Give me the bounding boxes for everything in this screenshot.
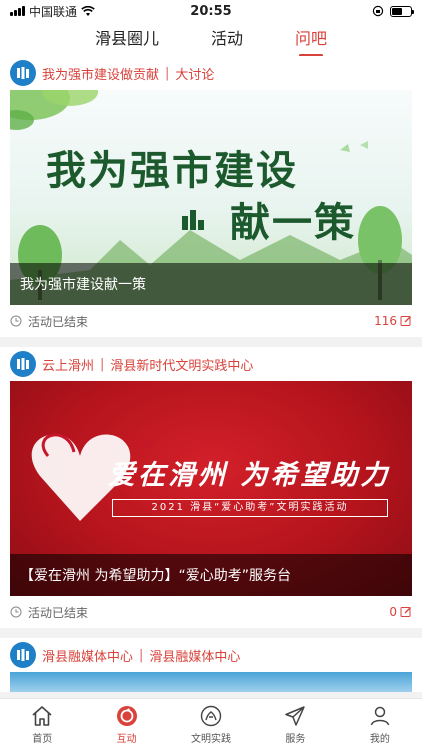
comment-count[interactable]: 116	[374, 314, 412, 328]
nav-label: 服务	[285, 734, 306, 745]
activity-card[interactable]: 云上滑州 | 滑县新时代文明实践中心 加油 爱在滑州 为希望助力 2021 滑县…	[0, 347, 422, 628]
interact-icon	[116, 706, 137, 726]
card-source[interactable]: 云上滑州	[42, 355, 94, 374]
banner-title-line1: 我为强市建设	[46, 147, 298, 194]
orientation-lock-icon	[372, 5, 384, 17]
banner-small-text: 加油	[130, 435, 155, 449]
card-subtitle: 大讨论	[175, 67, 215, 83]
user-icon	[370, 706, 390, 726]
banner-caption: 【爱在滑州 为希望助力】“爱心助考”服务台	[10, 554, 412, 596]
card-source[interactable]: 我为强市建设做贡献	[42, 64, 159, 83]
nav-civilization[interactable]: 文明实践	[169, 699, 253, 750]
comment-count[interactable]: 0	[389, 605, 412, 619]
nav-service[interactable]: 服务	[253, 699, 337, 750]
tab-huaxian-circle[interactable]: 滑县圈儿	[95, 25, 159, 53]
activity-banner[interactable]: 加油 爱在滑州 为希望助力 2021 滑县“爱心助考”文明实践活动 【爱在滑州 …	[10, 381, 412, 596]
card-footer: 活动已结束 0	[0, 596, 422, 628]
separator: |	[139, 647, 144, 663]
banner-subtitle: 2021 滑县“爱心助考”文明实践活动	[112, 499, 388, 517]
activity-status: 活动已结束	[28, 314, 89, 329]
activity-status: 活动已结束	[28, 605, 89, 620]
activity-banner[interactable]	[10, 672, 412, 692]
comment-count-value: 0	[389, 605, 397, 619]
activity-card[interactable]: 滑县融媒体中心 | 滑县融媒体中心	[0, 638, 422, 692]
nav-label: 文明实践	[191, 734, 232, 745]
tab-wenba[interactable]: 问吧	[295, 25, 327, 57]
banner-title-line2: 献一策	[230, 199, 356, 246]
send-icon	[285, 706, 306, 726]
activity-banner[interactable]: 我为强市建设 献一策 我为强市建设献一策	[10, 90, 412, 305]
home-icon	[32, 706, 52, 726]
carrier-label: 中国联通	[29, 4, 78, 19]
comment-count-value: 116	[374, 314, 397, 328]
nav-label: 首页	[32, 734, 53, 745]
activity-card[interactable]: 我为强市建设做贡献 | 大讨论 我为强市建设 献一策 我为强市建设献一策 活动已…	[0, 56, 422, 337]
nav-interact[interactable]: 互动	[84, 699, 168, 750]
source-logo-icon	[10, 351, 36, 377]
separator: |	[100, 356, 105, 372]
feed-list[interactable]: 我为强市建设做贡献 | 大讨论 我为强市建设 献一策 我为强市建设献一策 活动已…	[0, 56, 422, 698]
status-bar: 中国联通 20:55	[0, 0, 422, 22]
civilization-icon	[200, 705, 222, 727]
wifi-icon	[81, 5, 95, 16]
card-header: 我为强市建设做贡献 | 大讨论	[0, 56, 422, 90]
separator: |	[165, 65, 170, 81]
nav-label: 互动	[116, 734, 137, 745]
banner-title: 爱在滑州 为希望助力	[108, 460, 391, 491]
source-logo-icon	[10, 642, 36, 668]
battery-icon	[390, 5, 414, 17]
card-source[interactable]: 滑县融媒体中心	[42, 646, 133, 665]
banner-caption: 我为强市建设献一策	[10, 263, 412, 305]
edit-icon	[400, 316, 411, 326]
card-footer: 活动已结束 116	[0, 305, 422, 337]
clock: 20:55	[190, 3, 232, 19]
card-header: 滑县融媒体中心 | 滑县融媒体中心	[0, 638, 422, 672]
source-logo-icon	[10, 60, 36, 86]
clock-icon	[10, 606, 22, 618]
nav-label: 我的	[369, 734, 390, 745]
signal-icon	[10, 6, 25, 16]
card-subtitle: 滑县融媒体中心	[149, 649, 241, 665]
bottom-nav: 首页 互动 文明实践 服务 我的	[0, 698, 422, 750]
edit-icon	[400, 607, 411, 617]
tab-activity[interactable]: 活动	[211, 25, 243, 53]
clock-icon	[10, 315, 22, 327]
card-subtitle: 滑县新时代文明实践中心	[110, 358, 254, 374]
nav-profile[interactable]: 我的	[338, 699, 422, 750]
nav-home[interactable]: 首页	[0, 699, 84, 750]
top-tab-bar: 滑县圈儿 活动 问吧	[0, 22, 422, 57]
card-header: 云上滑州 | 滑县新时代文明实践中心	[0, 347, 422, 381]
